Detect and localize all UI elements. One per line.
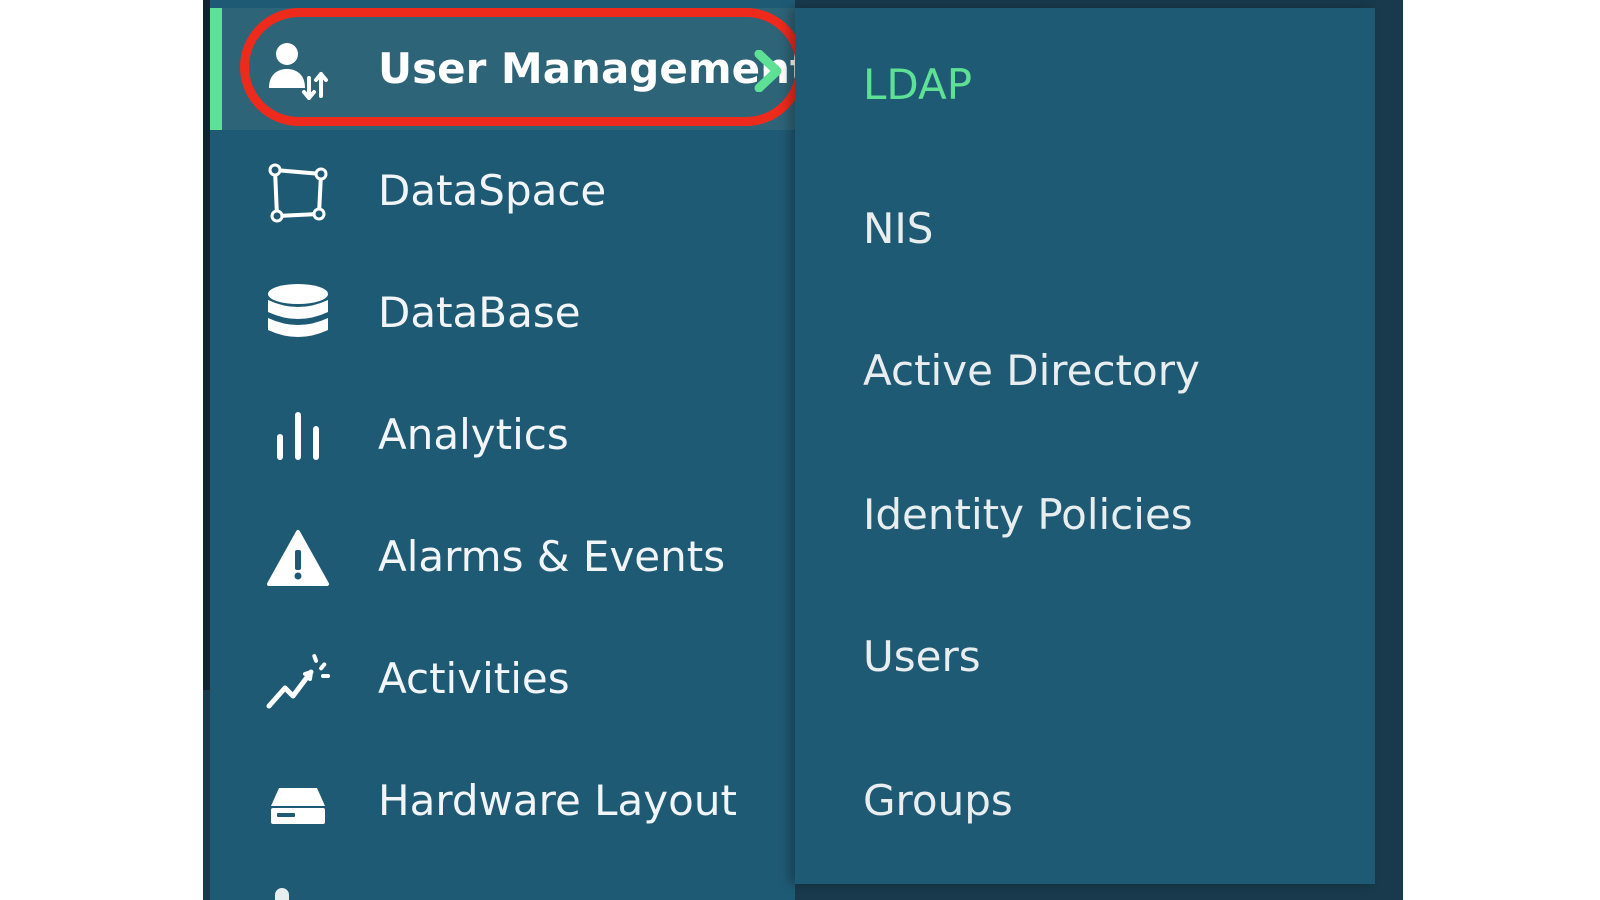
sidebar-item-analytics[interactable]: Analytics [210,374,795,496]
left-edge [203,0,210,690]
submenu-item-groups[interactable]: Groups [863,756,1343,846]
active-indicator [210,8,222,130]
next-item-icon-partial [275,888,289,900]
database-icon [265,282,331,348]
sidebar-item-dataspace[interactable]: DataSpace [210,130,795,252]
activity-icon [265,648,331,714]
sidebar-item-label: DataBase [378,288,581,337]
dataspace-icon [265,160,331,226]
chevron-right-icon [754,49,784,93]
analytics-icon [265,404,331,470]
user-management-icon [265,38,331,104]
sidebar-item-hardware-layout[interactable]: Hardware Layout [210,740,795,862]
submenu-item-identity-policies[interactable]: Identity Policies [863,470,1343,560]
submenu-item-active-directory[interactable]: Active Directory [863,326,1343,416]
sidebar-item-label: User Management [378,44,811,93]
submenu-item-users[interactable]: Users [863,612,1343,702]
sidebar-item-label: Hardware Layout [378,776,737,825]
sidebar-item-label: Activities [378,654,570,703]
submenu-panel: LDAP NIS Active Directory Identity Polic… [795,8,1375,884]
sidebar-item-user-management[interactable]: User Management [210,8,810,130]
sidebar-item-database[interactable]: DataBase [210,252,795,374]
sidebar-item-label: Analytics [378,410,569,459]
warning-icon [265,526,331,592]
sidebar-item-activities[interactable]: Activities [210,618,795,740]
sidebar-item-alarms-events[interactable]: Alarms & Events [210,496,795,618]
sidebar-item-label: Alarms & Events [378,532,726,581]
submenu-item-nis[interactable]: NIS [863,184,1343,274]
sidebar-item-label: DataSpace [378,166,607,215]
hardware-icon [265,770,331,836]
submenu-item-ldap[interactable]: LDAP [863,40,1343,130]
sidebar: User Management DataSpace DataBase Analy… [210,0,810,900]
